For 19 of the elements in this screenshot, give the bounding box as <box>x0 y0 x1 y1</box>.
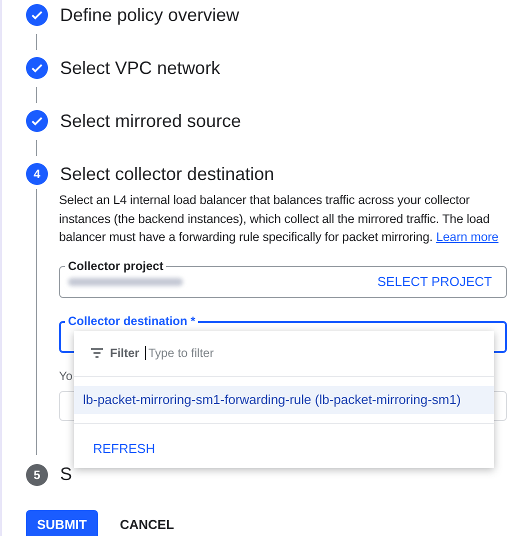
step-status-icon: 5 <box>26 464 48 486</box>
filter-icon <box>90 347 104 359</box>
step-status-icon: 4 <box>26 163 48 185</box>
learn-more-link[interactable]: Learn more <box>436 230 498 244</box>
submit-button[interactable]: SUBMIT <box>26 510 98 536</box>
select-project-button[interactable]: SELECT PROJECT <box>377 270 492 293</box>
refresh-button[interactable]: REFRESH <box>93 436 156 460</box>
step-title: Define policy overview <box>60 4 240 26</box>
field-label: Collector project <box>65 258 166 272</box>
dropdown-option[interactable]: lb-packet-mirroring-sm1-forwarding-rule (lb-packet-mirroring-sm1) <box>74 386 494 414</box>
step-title: Select mirrored source <box>60 110 242 132</box>
step-title: S <box>60 464 72 485</box>
step-description: Select an L4 internal load balancer that balances traffic across your collector instances (the backend instances), which collect all the mirrored traffic. The load balancer must have a forwarding rule specifically for packet mirroring. Learn more <box>59 192 500 246</box>
cancel-button[interactable]: CANCEL <box>120 510 174 536</box>
hint-text: Yo <box>59 368 74 382</box>
step-title: Select collector destination <box>60 164 274 184</box>
step-title: Select VPC network <box>60 58 220 78</box>
field-label: Collector destination * <box>65 314 198 328</box>
filter-label: Filter <box>110 346 140 360</box>
